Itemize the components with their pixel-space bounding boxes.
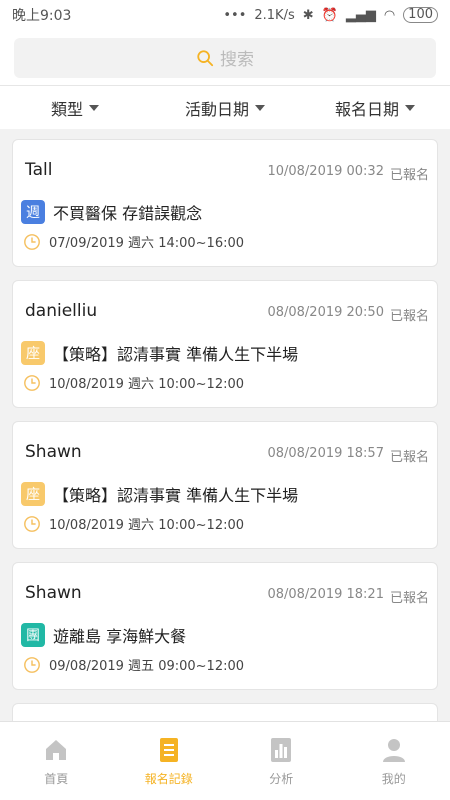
person-icon [380, 736, 408, 764]
card-meta: 08/08/2019 18:21 已報名 [267, 587, 429, 606]
caret-down-icon [255, 104, 265, 111]
card-registered-at: 10/08/2019 00:32 [267, 164, 384, 179]
card-username: danielliu [25, 301, 98, 321]
network-speed: 2.1K/s [254, 7, 295, 23]
bar-chart-icon [267, 736, 295, 764]
event-time: 10/08/2019 週六 10:00~12:00 [49, 518, 245, 533]
filter-label: 活動日期 [184, 99, 249, 119]
status-time: 晚上9:03 [12, 8, 72, 24]
search-input[interactable]: 搜索 [14, 37, 436, 78]
registration-card[interactable]: Tall 10/08/2019 00:32 已報名 週 不買醫保 存錯誤觀念 0… [12, 139, 438, 267]
tab-label: 我的 [381, 771, 406, 786]
alarm-icon: ⏰ [321, 7, 338, 23]
clock-icon [23, 233, 41, 251]
event-title: 遊離島 享海鮮大餐 [53, 627, 187, 646]
card-status: 已報名 [389, 309, 429, 324]
bottom-tab-bar: 首頁 報名記錄 分析 我的 [0, 721, 450, 800]
document-icon [155, 736, 183, 764]
card-meta: 08/08/2019 20:50 已報名 [267, 305, 429, 324]
status-bar: 晚上9:03 ••• 2.1K/s ✱ ⏰ ▂▄▆ ◠ 100 [0, 0, 450, 30]
filter-bar: 類型 活動日期 報名日期 [0, 85, 450, 129]
card-time: 10/08/2019 週六 10:00~12:00 [23, 514, 244, 533]
event-title: 【策略】認清事實 準備人生下半場 [53, 345, 299, 364]
card-time: 10/08/2019 週六 10:00~12:00 [23, 373, 244, 392]
home-icon [42, 736, 70, 764]
tab-label: 分析 [269, 771, 294, 786]
caret-down-icon [89, 104, 99, 111]
filter-label: 類型 [50, 99, 83, 119]
card-event: 座 【策略】認清事實 準備人生下半場 [21, 341, 298, 365]
card-meta: 10/08/2019 00:32 已報名 [267, 164, 429, 183]
card-meta: 08/08/2019 18:57 已報名 [267, 446, 429, 465]
event-type-tag: 座 [21, 341, 45, 365]
status-indicators: ••• 2.1K/s ✱ ⏰ ▂▄▆ ◠ 100 [223, 7, 438, 23]
tab-registration-records[interactable]: 報名記錄 [113, 722, 226, 800]
event-time: 10/08/2019 週六 10:00~12:00 [49, 377, 245, 392]
filter-registration-date[interactable]: 報名日期 [300, 96, 450, 120]
card-time: 07/09/2019 週六 14:00~16:00 [23, 232, 244, 251]
search-icon [196, 49, 214, 67]
search-placeholder: 搜索 [220, 50, 254, 70]
filter-label: 報名日期 [334, 99, 399, 119]
event-title: 不買醫保 存錯誤觀念 [53, 204, 203, 223]
card-registered-at: 08/08/2019 18:57 [267, 446, 384, 461]
card-event: 週 不買醫保 存錯誤觀念 [21, 200, 202, 224]
card-registered-at: 08/08/2019 20:50 [267, 305, 384, 320]
card-event: 團 遊離島 享海鮮大餐 [21, 623, 186, 647]
tab-home[interactable]: 首頁 [0, 722, 113, 800]
filter-type[interactable]: 類型 [0, 96, 150, 120]
registration-card[interactable]: Shawn 08/08/2019 18:57 已報名 座 【策略】認清事實 準備… [12, 421, 438, 549]
event-title: 【策略】認清事實 準備人生下半場 [53, 486, 299, 505]
clock-icon [23, 515, 41, 533]
registration-card[interactable]: danielliu 08/08/2019 20:50 已報名 座 【策略】認清事… [12, 280, 438, 408]
battery-indicator: 100 [403, 7, 438, 23]
event-time: 07/09/2019 週六 14:00~16:00 [49, 236, 245, 251]
tab-label: 首頁 [44, 771, 69, 786]
clock-icon [23, 656, 41, 674]
event-type-tag: 週 [21, 200, 45, 224]
card-event: 座 【策略】認清事實 準備人生下半場 [21, 482, 298, 506]
event-type-tag: 座 [21, 482, 45, 506]
registration-card-partial[interactable] [12, 703, 438, 721]
tab-label: 報名記錄 [144, 771, 193, 786]
card-registered-at: 08/08/2019 18:21 [267, 587, 384, 602]
card-status: 已報名 [389, 591, 429, 606]
card-username: Shawn [25, 442, 82, 462]
filter-activity-date[interactable]: 活動日期 [150, 96, 300, 120]
registration-list[interactable]: Tall 10/08/2019 00:32 已報名 週 不買醫保 存錯誤觀念 0… [0, 129, 450, 721]
card-status: 已報名 [389, 450, 429, 465]
signal-icon: ▂▄▆ [345, 7, 376, 23]
registration-card[interactable]: Shawn 08/08/2019 18:21 已報名 團 遊離島 享海鮮大餐 0… [12, 562, 438, 690]
card-username: Shawn [25, 583, 82, 603]
event-time: 09/08/2019 週五 09:00~12:00 [49, 659, 245, 674]
caret-down-icon [405, 104, 415, 111]
card-time: 09/08/2019 週五 09:00~12:00 [23, 655, 244, 674]
card-username: Tall [25, 160, 53, 180]
wifi-icon: ◠ [383, 7, 396, 23]
bluetooth-icon: ✱ [302, 7, 314, 23]
more-dots-icon: ••• [223, 7, 247, 23]
clock-icon [23, 374, 41, 392]
tab-mine[interactable]: 我的 [338, 722, 450, 800]
tab-analysis[interactable]: 分析 [225, 722, 338, 800]
event-type-tag: 團 [21, 623, 45, 647]
search-area: 搜索 [0, 30, 450, 85]
card-status: 已報名 [389, 168, 429, 183]
